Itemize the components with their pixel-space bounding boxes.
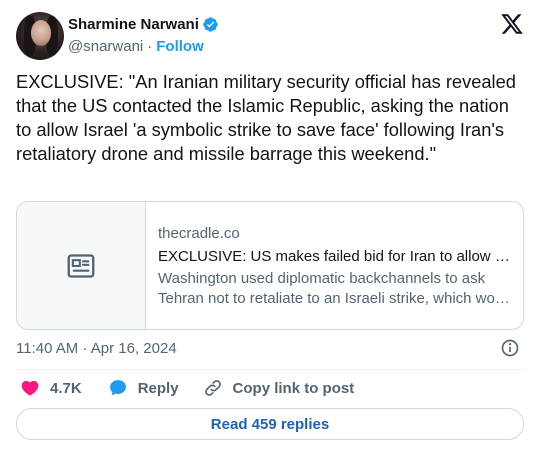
heart-icon	[21, 380, 39, 396]
card-body: thecradle.co EXCLUSIVE: US makes failed …	[158, 202, 512, 329]
link-icon	[204, 380, 221, 396]
card-domain: thecradle.co	[158, 225, 240, 242]
divider	[16, 369, 524, 370]
verified-badge-icon	[203, 16, 218, 32]
display-name[interactable]: Sharmine Narwani	[68, 16, 199, 33]
reply-button[interactable]: Reply	[108, 378, 179, 398]
handle[interactable]: @snarwani	[68, 38, 143, 55]
action-bar: 4.7K Reply Copy link to post	[16, 376, 354, 400]
avatar[interactable]	[16, 12, 64, 60]
timestamp[interactable]: 11:40 AM · Apr 16, 2024	[16, 340, 177, 357]
follow-button[interactable]: Follow	[156, 38, 204, 55]
read-replies-button[interactable]: Read 459 replies	[16, 408, 524, 440]
like-button[interactable]: 4.7K	[20, 378, 82, 398]
meta-row: 11:40 AM · Apr 16, 2024	[16, 338, 524, 358]
tweet-header: Sharmine Narwani @snarwani · Follow	[16, 12, 524, 60]
news-article-icon	[67, 253, 95, 278]
like-count: 4.7K	[50, 379, 82, 397]
name-row: Sharmine Narwani	[68, 14, 219, 34]
avatar-face	[31, 20, 51, 46]
card-title: EXCLUSIVE: US makes failed bid for Iran …	[158, 248, 512, 265]
separator-dot: ·	[147, 37, 153, 55]
card-description: Washington used diplomatic backchannels …	[158, 270, 510, 307]
x-logo-icon[interactable]	[500, 12, 524, 36]
reply-bubble-icon	[109, 380, 126, 396]
copy-link-button[interactable]: Copy link to post	[203, 378, 355, 398]
link-preview-card[interactable]: thecradle.co EXCLUSIVE: US makes failed …	[16, 201, 524, 330]
info-icon[interactable]	[500, 338, 520, 358]
copy-link-label: Copy link to post	[232, 379, 355, 397]
card-thumbnail	[17, 202, 146, 329]
tweet-text: EXCLUSIVE: "An Iranian military security…	[16, 71, 522, 164]
handle-row: @snarwani · Follow	[68, 36, 204, 56]
reply-label: Reply	[137, 379, 179, 397]
